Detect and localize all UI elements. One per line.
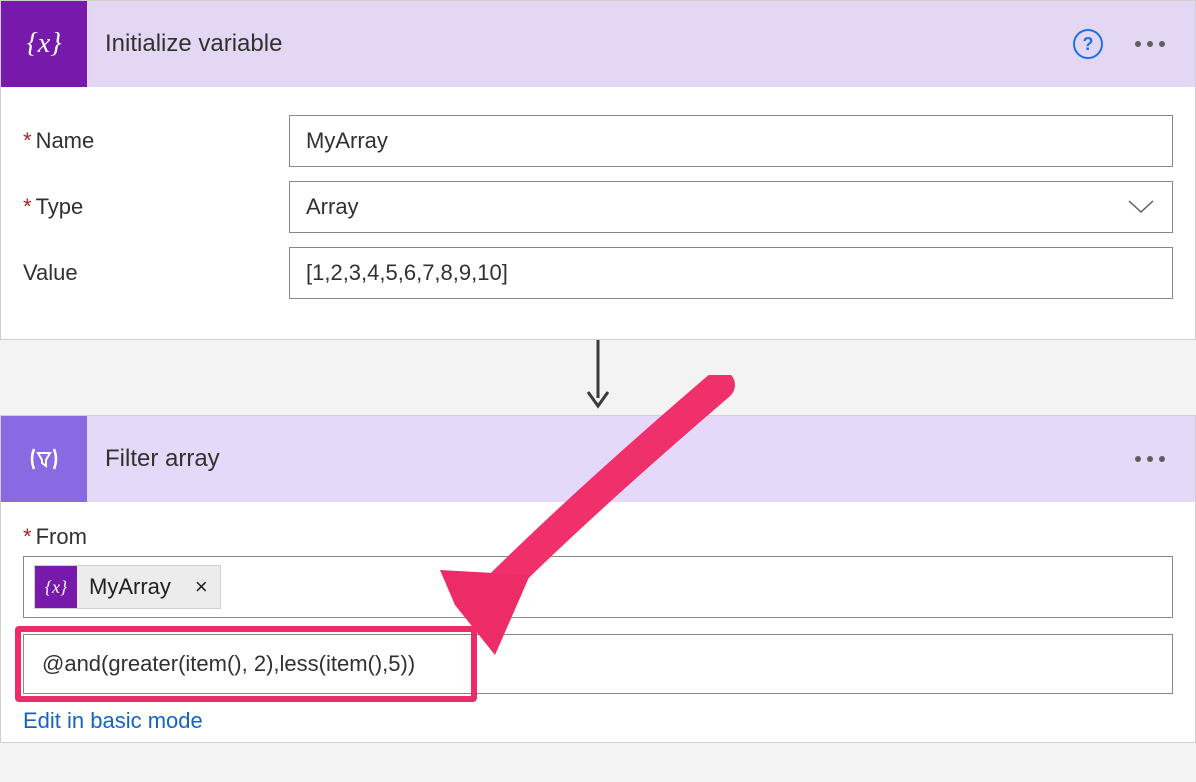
card-header[interactable]: Filter array [1, 416, 1195, 502]
filter-icon [1, 416, 87, 502]
expression-row [23, 634, 1173, 694]
field-label: *Name [23, 128, 289, 154]
token-label: MyArray [77, 574, 183, 600]
field-name-row: *Name [23, 115, 1173, 167]
from-label: *From [23, 524, 1173, 550]
card-title: Filter array [105, 445, 1129, 473]
initialize-variable-card: {x} Initialize variable ? *Name *Type Ar… [0, 0, 1196, 340]
help-icon[interactable]: ? [1073, 29, 1103, 59]
flow-connector [0, 340, 1196, 415]
card-title: Initialize variable [105, 30, 1073, 58]
variable-icon: {x} [1, 1, 87, 87]
card-body: *Name *Type Array Value [1, 87, 1195, 339]
card-body: *From {x} MyArray × Edit in basic mode [1, 502, 1195, 742]
field-label: *Type [23, 194, 289, 220]
remove-token-button[interactable]: × [183, 574, 220, 600]
svg-text:{x}: {x} [45, 577, 68, 597]
edit-basic-mode-link[interactable]: Edit in basic mode [23, 708, 203, 733]
variable-token[interactable]: {x} MyArray × [34, 565, 221, 609]
more-menu-button[interactable] [1129, 41, 1171, 47]
svg-text:{x}: {x} [27, 28, 62, 59]
filter-array-card: Filter array *From {x} MyArray × [0, 415, 1196, 743]
expression-input[interactable] [23, 634, 1173, 694]
from-input[interactable]: {x} MyArray × [23, 556, 1173, 618]
name-input[interactable] [289, 115, 1173, 167]
field-label: Value [23, 260, 289, 286]
value-input[interactable] [289, 247, 1173, 299]
field-type-row: *Type Array [23, 181, 1173, 233]
type-dropdown[interactable]: Array [289, 181, 1173, 233]
more-menu-button[interactable] [1129, 456, 1171, 462]
field-value-row: Value [23, 247, 1173, 299]
card-header[interactable]: {x} Initialize variable ? [1, 1, 1195, 87]
variable-icon: {x} [35, 566, 77, 608]
